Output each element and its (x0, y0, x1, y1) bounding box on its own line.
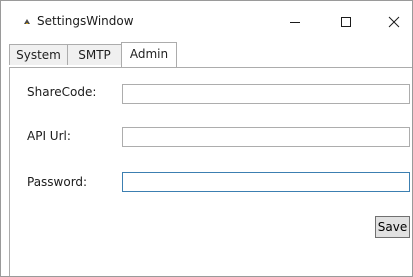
tab-smtp[interactable]: SMTP (67, 44, 122, 65)
maximize-icon (341, 17, 351, 27)
close-button[interactable] (371, 1, 413, 43)
settings-window: SettingsWindow System SMTP Admin ShareCo… (0, 0, 413, 277)
save-button[interactable]: Save (375, 216, 410, 238)
minimize-icon (290, 22, 300, 23)
title-bar[interactable]: SettingsWindow (1, 1, 412, 43)
password-input[interactable] (122, 172, 410, 192)
admin-tab-panel: ShareCode: API Url: Password: Save (9, 67, 412, 276)
tab-admin[interactable]: Admin (121, 42, 177, 67)
sharecode-label: ShareCode: (27, 85, 97, 99)
sharecode-input[interactable] (122, 84, 410, 104)
api-url-label: API Url: (27, 129, 71, 143)
window-title: SettingsWindow (37, 14, 134, 28)
app-icon (23, 15, 31, 24)
maximize-button[interactable] (323, 1, 369, 43)
minimize-button[interactable] (272, 1, 318, 43)
close-icon (388, 16, 400, 28)
api-url-input[interactable] (122, 127, 410, 147)
password-label: Password: (27, 175, 88, 189)
tab-system[interactable]: System (9, 44, 68, 65)
